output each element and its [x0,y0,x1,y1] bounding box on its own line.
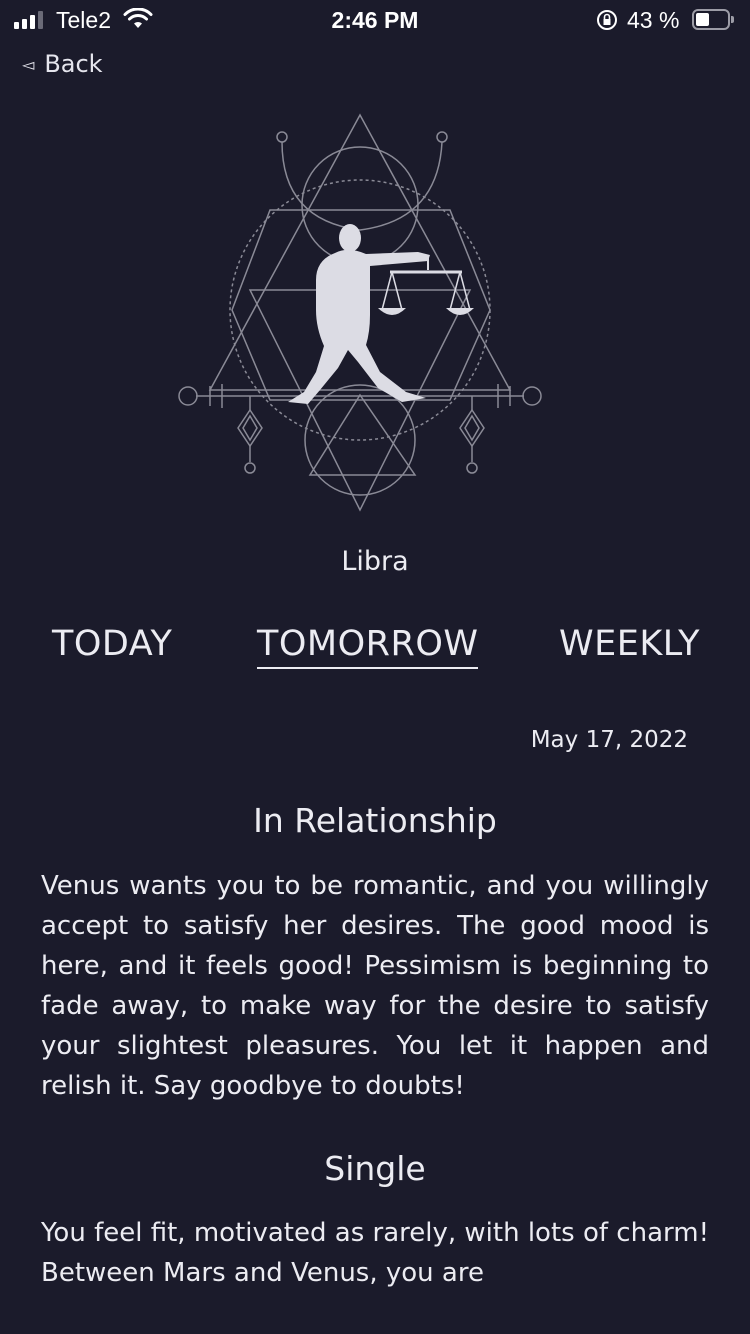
back-label: Back [44,50,103,78]
tab-today[interactable]: TODAY [52,624,172,664]
section-text-single: You feel fit, motivated as rarely, with … [41,1218,709,1288]
back-button[interactable]: ◅ Back [22,50,103,78]
status-bar: Tele2 2:46 PM 43 % [0,0,750,40]
period-tabs: TODAY TOMORROW WEEKLY [0,624,750,674]
horoscope-date: May 17, 2022 [530,727,688,753]
libra-zodiac-emblem [178,113,542,512]
tab-weekly[interactable]: WEEKLY [559,624,700,664]
section-text-relationship: Venus wants you to be romantic, and you … [41,871,709,1101]
tab-tomorrow[interactable]: TOMORROW [257,624,479,669]
section-title-relationship: In Relationship [253,801,497,840]
orientation-lock-icon [596,9,618,37]
back-arrow-icon: ◅ [22,54,35,74]
battery-percent: 43 % [627,7,680,33]
sign-name: Libra [341,546,409,577]
horoscope-screen: Tele2 2:46 PM 43 % ◅ Back Libra TODAY TO… [0,0,750,1334]
battery-icon [692,9,734,30]
section-title-single: Single [324,1149,426,1188]
